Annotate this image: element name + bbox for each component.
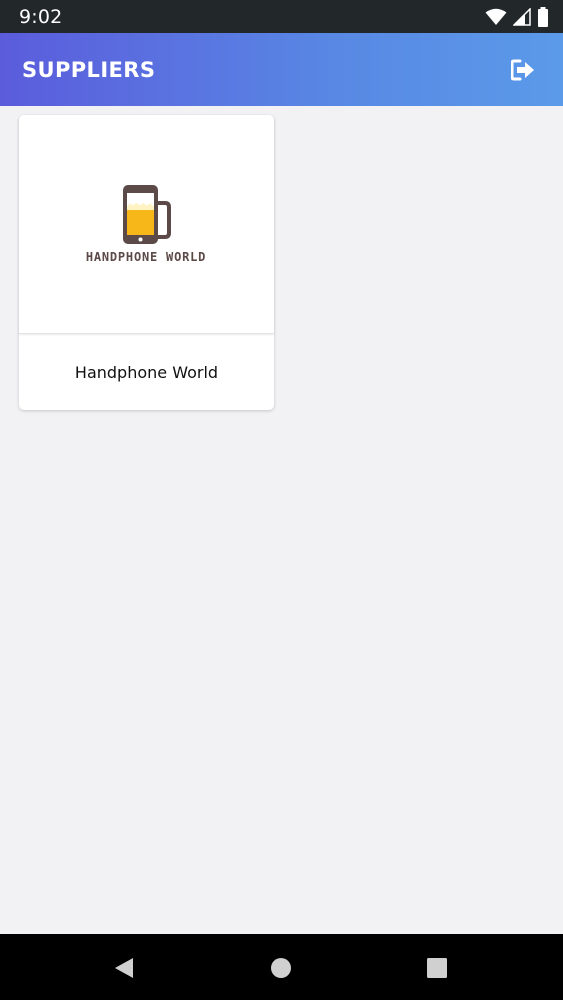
supplier-logo: HANDPHONE WORLD xyxy=(19,115,274,334)
page-title: SUPPLIERS xyxy=(22,57,156,82)
battery-icon xyxy=(538,6,548,27)
cell-signal-icon xyxy=(513,7,531,26)
wifi-icon xyxy=(485,8,507,25)
supplier-card[interactable]: HANDPHONE WORLD Handphone World xyxy=(19,115,274,410)
logout-icon xyxy=(511,59,534,80)
supplier-name: Handphone World xyxy=(74,362,219,382)
status-time: 9:02 xyxy=(19,5,63,28)
status-icons xyxy=(485,6,549,27)
recents-icon[interactable] xyxy=(423,954,451,982)
app-bar: SUPPLIERS xyxy=(0,33,563,106)
status-bar: 9:02 xyxy=(0,0,563,33)
home-icon[interactable] xyxy=(267,954,295,982)
suppliers-grid: HANDPHONE WORLD Handphone World xyxy=(0,106,563,934)
back-icon[interactable] xyxy=(111,954,139,982)
logout-button[interactable] xyxy=(509,56,537,84)
logo-wordmark: HANDPHONE WORLD xyxy=(86,250,206,264)
nav-bar xyxy=(0,934,563,1000)
handphone-world-logo: HANDPHONE WORLD xyxy=(86,185,206,264)
